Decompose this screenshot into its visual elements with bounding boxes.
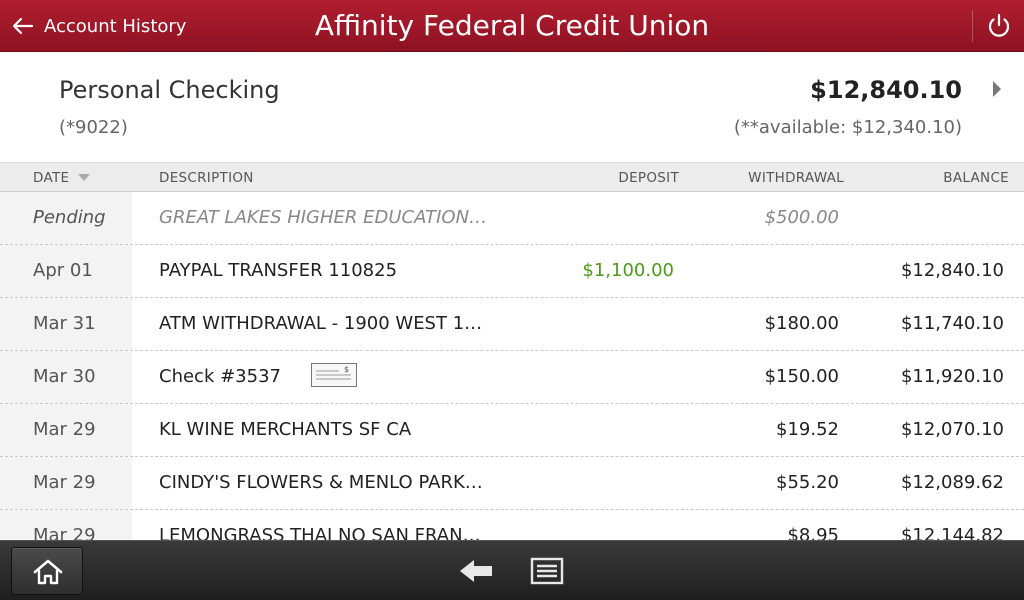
row-description: PAYPAL TRANSFER 110825 xyxy=(159,260,398,281)
column-description: DESCRIPTION xyxy=(159,170,254,186)
available-balance: (**available: $12,340.10) xyxy=(733,117,962,138)
table-row[interactable]: Mar 29 LEMONGRASS THAI NO SAN FRAN… $8.9… xyxy=(0,510,1024,540)
menu-icon[interactable] xyxy=(530,557,564,585)
arrow-left-icon xyxy=(12,17,34,35)
home-icon xyxy=(33,559,63,585)
column-deposit: DEPOSIT xyxy=(618,170,679,186)
account-name: Personal Checking xyxy=(59,76,280,104)
row-withdrawal: $8.95 xyxy=(787,525,839,540)
column-withdrawal: WITHDRAWAL xyxy=(748,170,844,186)
row-description: GREAT LAKES HIGHER EDUCATION… xyxy=(159,207,488,228)
row-withdrawal: $500.00 xyxy=(764,207,839,228)
row-date: Mar 29 xyxy=(33,525,96,540)
row-date: Mar 29 xyxy=(33,472,96,493)
table-header: DATE DESCRIPTION DEPOSIT WITHDRAWAL BALA… xyxy=(0,162,1024,192)
row-deposit: $1,100.00 xyxy=(582,260,674,281)
row-balance: $12,070.10 xyxy=(900,419,1004,440)
column-date[interactable]: DATE xyxy=(33,170,69,186)
table-row[interactable]: Pending GREAT LAKES HIGHER EDUCATION… $5… xyxy=(0,192,1024,245)
table-row[interactable]: Mar 29 CINDY'S FLOWERS & MENLO PARK… $55… xyxy=(0,457,1024,510)
chevron-right-icon[interactable] xyxy=(991,80,1003,98)
row-balance: $12,144.82 xyxy=(900,525,1004,540)
divider xyxy=(972,10,973,42)
table-row[interactable]: Mar 29 KL WINE MERCHANTS SF CA $19.52 $1… xyxy=(0,404,1024,457)
home-button[interactable] xyxy=(11,547,83,595)
row-withdrawal: $55.20 xyxy=(776,472,839,493)
row-balance: $12,840.10 xyxy=(900,260,1004,281)
row-description: KL WINE MERCHANTS SF CA xyxy=(159,419,412,440)
column-balance: BALANCE xyxy=(943,170,1009,186)
row-withdrawal: $150.00 xyxy=(764,366,839,387)
table-row[interactable]: Mar 31 ATM WITHDRAWAL - 1900 WEST 1… $18… xyxy=(0,298,1024,351)
table-row[interactable]: Apr 01 PAYPAL TRANSFER 110825 $1,100.00 … xyxy=(0,245,1024,298)
row-withdrawal: $19.52 xyxy=(776,419,839,440)
row-date: Pending xyxy=(33,207,106,228)
account-balance: $12,840.10 xyxy=(810,76,962,104)
back-to-account-history[interactable]: Account History xyxy=(10,0,186,52)
row-withdrawal: $180.00 xyxy=(764,313,839,334)
account-number: (*9022) xyxy=(59,117,128,138)
row-date: Apr 01 xyxy=(33,260,93,281)
row-balance: $11,920.10 xyxy=(900,366,1004,387)
row-date: Mar 30 xyxy=(33,366,96,387)
table-row[interactable]: Mar 30 Check #3537 $ $150.00 $11,920.10 xyxy=(0,351,1024,404)
row-balance: $11,740.10 xyxy=(900,313,1004,334)
back-label: Account History xyxy=(44,15,187,37)
row-description: ATM WITHDRAWAL - 1900 WEST 1… xyxy=(159,313,483,334)
power-icon[interactable] xyxy=(984,11,1014,41)
svg-text:$: $ xyxy=(344,365,349,374)
back-arrow-icon[interactable] xyxy=(458,556,494,586)
row-description: Check #3537 xyxy=(159,366,281,387)
check-image-icon[interactable]: $ xyxy=(311,363,357,387)
sort-down-icon[interactable] xyxy=(78,174,90,182)
transaction-list[interactable]: Pending GREAT LAKES HIGHER EDUCATION… $5… xyxy=(0,192,1024,540)
row-description: LEMONGRASS THAI NO SAN FRAN… xyxy=(159,525,481,540)
title-bar: Account History Affinity Federal Credit … xyxy=(0,0,1024,52)
account-summary[interactable]: Personal Checking (*9022) $12,840.10 (**… xyxy=(0,52,1024,162)
row-description: CINDY'S FLOWERS & MENLO PARK… xyxy=(159,472,483,493)
row-date: Mar 31 xyxy=(33,313,96,334)
row-balance: $12,089.62 xyxy=(900,472,1004,493)
row-date: Mar 29 xyxy=(33,419,96,440)
system-navigation-bar xyxy=(0,540,1024,600)
